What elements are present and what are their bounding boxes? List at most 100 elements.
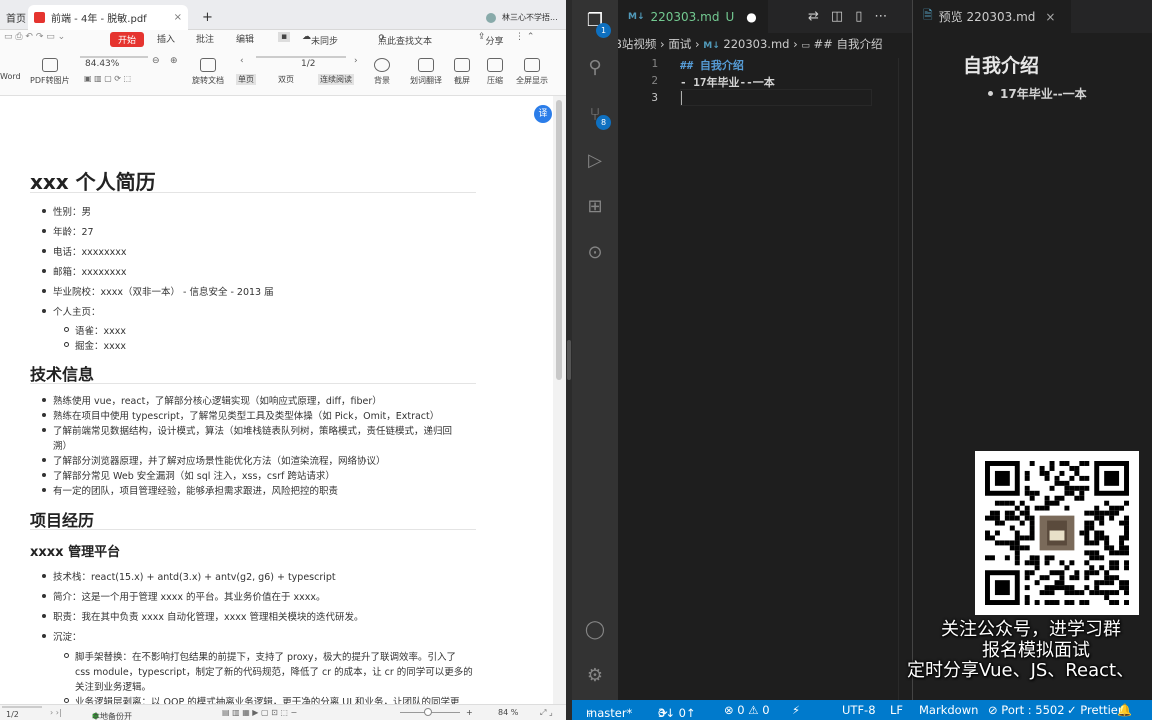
- more-options-icon[interactable]: ⋮ ⌃: [515, 32, 534, 42]
- tool-single-page[interactable]: 单页: [236, 74, 256, 85]
- zoom-in-icon[interactable]: ⊕: [170, 56, 178, 66]
- symbol-icon: ▭: [801, 41, 810, 51]
- divider-grip[interactable]: [567, 340, 571, 380]
- tool-compress-label: 压缩: [487, 76, 503, 85]
- lightning-icon[interactable]: ⚡: [792, 703, 800, 717]
- tool-fullscreen[interactable]: 全屏显示: [516, 58, 548, 86]
- tool-rotate[interactable]: 旋转文档: [192, 58, 224, 86]
- new-tab-button[interactable]: +: [196, 5, 216, 30]
- tool-single-page-label: 单页: [238, 75, 254, 84]
- section-divider: [30, 529, 476, 530]
- user-label: 林三心不学捂...: [502, 13, 558, 22]
- open-changes-icon[interactable]: ⇄: [808, 9, 819, 24]
- backup-label: 本地备份开: [92, 712, 132, 720]
- pdf-scrollbar[interactable]: [553, 96, 566, 704]
- breadcrumb-item[interactable]: 220303.md: [723, 37, 789, 51]
- git-graph-icon[interactable]: ⊙: [584, 242, 606, 264]
- share-button[interactable]: ⇪ 分享: [478, 32, 504, 47]
- next-page-icon[interactable]: ›: [354, 56, 358, 66]
- status-bar: ⑂ master* ⟳ 3↓ 0↑ ⊗ 0 ⚠ 0 ⚡ UTF-8 LF Mar…: [572, 700, 1152, 720]
- pdf-ribbon: ▭ ⎙ ↶ ↷ ▭ ⌄ 开始 插入 批注 编辑 ▪ ☁ 未同步 ⚲ 点此查找文本…: [0, 30, 566, 96]
- tool-screenshot[interactable]: 截屏: [454, 58, 470, 86]
- view-toggle-icons[interactable]: ▤ ▥ ▦ ▶ ▢ ⊡ ⬚ −: [222, 708, 297, 717]
- tab-preview[interactable]: 🗎 预览 220303.md ×: [913, 0, 1071, 33]
- tool-pdf-to-image[interactable]: PDF转图片: [30, 58, 70, 86]
- status-page-input[interactable]: 1/2: [2, 706, 42, 719]
- menu-insert[interactable]: 插入: [157, 32, 175, 45]
- compress-icon: [487, 58, 503, 72]
- line-number: 2: [651, 74, 658, 87]
- tool-continuous[interactable]: 连续阅读: [318, 74, 354, 85]
- search-icon[interactable]: ⚲: [584, 57, 606, 79]
- translate-float-icon[interactable]: 译: [534, 105, 552, 123]
- editor-scrollbar[interactable]: [898, 58, 910, 700]
- more-actions-icon[interactable]: ⋯: [874, 9, 887, 24]
- tool-continuous-label: 连续阅读: [320, 75, 352, 84]
- tool-screenshot-label: 截屏: [454, 76, 470, 85]
- tab-220303-md[interactable]: M↓ 220303.md U ●: [618, 0, 768, 33]
- prev-page-icon[interactable]: ‹: [240, 56, 244, 66]
- tool-word[interactable]: Word: [0, 72, 21, 81]
- extensions-icon[interactable]: ⊞: [584, 196, 606, 218]
- breadcrumb-item[interactable]: ## 自我介绍: [814, 37, 883, 51]
- live-server-port[interactable]: ⊘ Port : 5502: [988, 703, 1065, 717]
- status-zoom: 84 %: [498, 708, 519, 717]
- encoding[interactable]: UTF-8: [842, 703, 876, 717]
- moon-icon: [374, 58, 390, 72]
- scrollbar-thumb[interactable]: [556, 100, 562, 380]
- rotate-icon: [200, 58, 216, 72]
- open-preview-icon[interactable]: ◫: [831, 9, 843, 24]
- close-icon[interactable]: ×: [1045, 10, 1055, 24]
- list-item: 邮箱：xxxxxxxx: [41, 264, 126, 278]
- close-icon[interactable]: ×: [174, 12, 182, 23]
- problems-indicator[interactable]: ⊗ 0 ⚠ 0: [724, 703, 770, 717]
- zoom-plus-icon[interactable]: +: [466, 708, 473, 717]
- zoom-out-icon[interactable]: ⊖: [152, 56, 160, 66]
- pdf-status-bar: 1/2 › ›| ● 本地备份开 ▤ ▥ ▦ ▶ ▢ ⊡ ⬚ − + 84 % …: [0, 704, 566, 720]
- tool-background-label: 背景: [374, 76, 390, 85]
- tab-home[interactable]: 首页: [0, 5, 28, 30]
- tool-compress[interactable]: 压缩: [487, 58, 503, 86]
- language-mode[interactable]: Markdown: [919, 703, 978, 717]
- more-menu-icon[interactable]: ▪: [278, 32, 291, 42]
- breadcrumb-item[interactable]: 面试: [668, 37, 691, 51]
- tool-translate[interactable]: 划词翻译: [410, 58, 442, 86]
- menu-annotate[interactable]: 批注: [196, 32, 214, 45]
- end-of-line[interactable]: LF: [890, 703, 903, 717]
- view-mode-icons[interactable]: ▣ ▥ ▢ ⟳ ⬚: [84, 74, 131, 83]
- list-item: 技术栈：react(15.x) + antd(3.x) + antv(g2, g…: [42, 569, 336, 583]
- zoom-input[interactable]: 84.43%: [80, 56, 148, 69]
- run-debug-icon[interactable]: ▷: [584, 150, 606, 172]
- preview-icon: 🗎: [923, 8, 933, 22]
- list-item: 语雀：xxxx: [64, 323, 126, 337]
- settings-gear-icon[interactable]: ⚙: [584, 665, 606, 687]
- zoom-slider-handle[interactable]: [424, 708, 432, 716]
- page-input[interactable]: 1/2: [256, 56, 346, 69]
- tab-pdf-document[interactable]: 前端 - 4年 - 脱敏.pdf ×: [28, 5, 188, 30]
- sync-status[interactable]: ☁ 未同步: [302, 32, 338, 47]
- split-editor-icon[interactable]: ▯: [855, 9, 862, 24]
- code-line: - 17年毕业--一本: [680, 76, 775, 89]
- quick-access-icons[interactable]: ▭ ⎙ ↶ ↷ ▭ ⌄: [4, 32, 65, 42]
- menu-start[interactable]: 开始: [110, 32, 145, 47]
- screen: 首页 前端 - 4年 - 脱敏.pdf × + 林三心不学捂... ▭ ⎙ ↶ …: [0, 0, 1152, 720]
- tool-double-page[interactable]: 双页: [278, 74, 294, 85]
- tool-background[interactable]: 背景: [374, 58, 390, 86]
- prettier-status[interactable]: ✓ Prettier: [1067, 703, 1123, 717]
- list-item: 个人主页：: [42, 304, 101, 318]
- user-account[interactable]: 林三心不学捂...: [480, 5, 566, 30]
- list-item: 熟练在项目中使用 typescript，了解常见类型工具及类型体操（如 Pick…: [41, 408, 439, 422]
- page-input-value: 1/2: [301, 59, 316, 69]
- explorer-badge: 1: [596, 23, 611, 38]
- breadcrumb-item[interactable]: B站视频: [618, 37, 656, 51]
- share-label: 分享: [485, 37, 504, 47]
- tab-modified-dot[interactable]: ●: [746, 10, 756, 24]
- section-heading-tech: 技术信息: [30, 365, 95, 384]
- notifications-icon[interactable]: 🔔: [1117, 703, 1132, 717]
- current-line-highlight: [680, 89, 872, 106]
- nav-arrows-icon[interactable]: › ›|: [50, 708, 62, 717]
- fit-icon[interactable]: ⤢ ⌟: [540, 708, 553, 718]
- code-editor[interactable]: 1 ## 自我介绍 2 - 17年毕业--一本 3: [618, 55, 938, 700]
- account-icon[interactable]: ◯: [584, 619, 606, 641]
- menu-edit[interactable]: 编辑: [236, 32, 254, 45]
